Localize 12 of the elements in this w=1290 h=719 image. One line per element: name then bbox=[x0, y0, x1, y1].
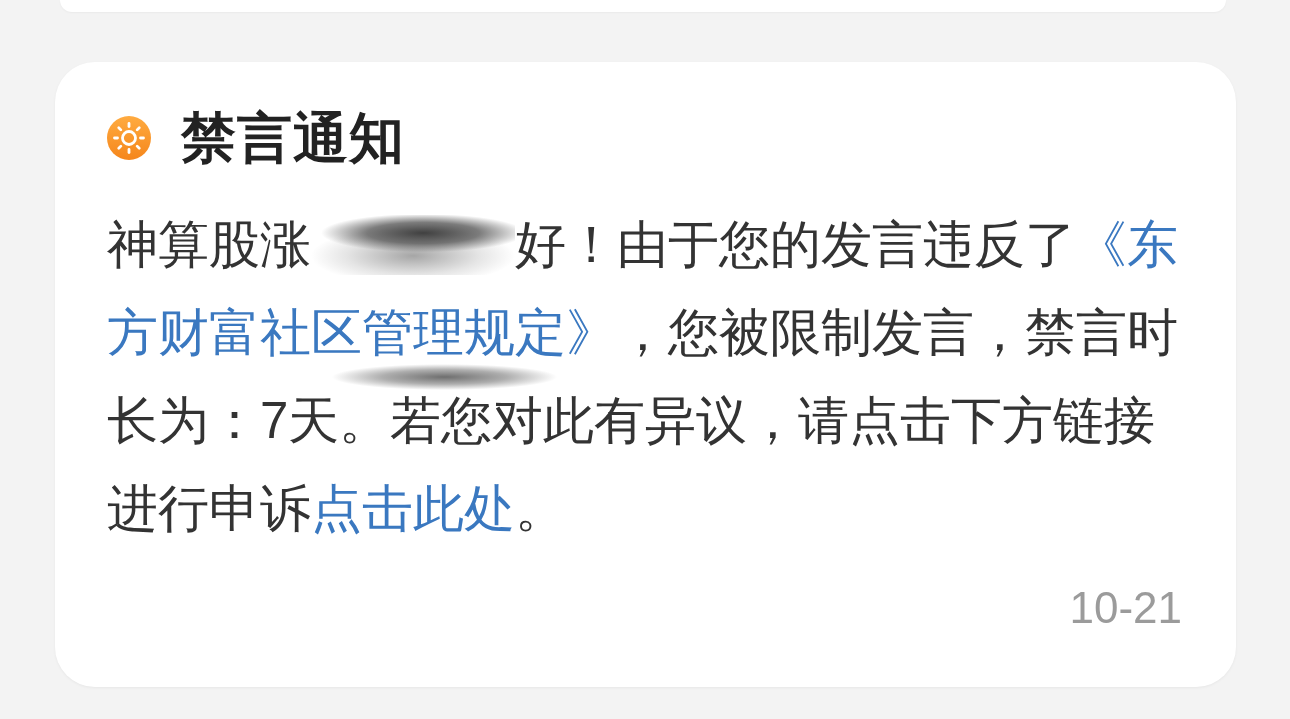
message-text: 。 bbox=[515, 479, 566, 539]
message-text: 好！由于您的发言违反了 bbox=[515, 215, 1076, 275]
link[interactable]: 点击此处 bbox=[311, 479, 515, 539]
message-text: 长为：7天。若您对此有异议，请点击下方链接 bbox=[107, 391, 1156, 451]
message-text: ，您被限制发言，禁言时 bbox=[617, 303, 1178, 363]
notice-date: 10-21 bbox=[1069, 583, 1182, 633]
link[interactable]: 《东 bbox=[1076, 215, 1178, 275]
sun-icon bbox=[107, 116, 151, 160]
link[interactable]: 方财富社区管理规定》 bbox=[107, 303, 617, 363]
message-text: 进行申诉 bbox=[107, 479, 311, 539]
notice-title: 禁言通知 bbox=[181, 108, 405, 168]
message-text: 神算股涨 bbox=[107, 215, 311, 275]
